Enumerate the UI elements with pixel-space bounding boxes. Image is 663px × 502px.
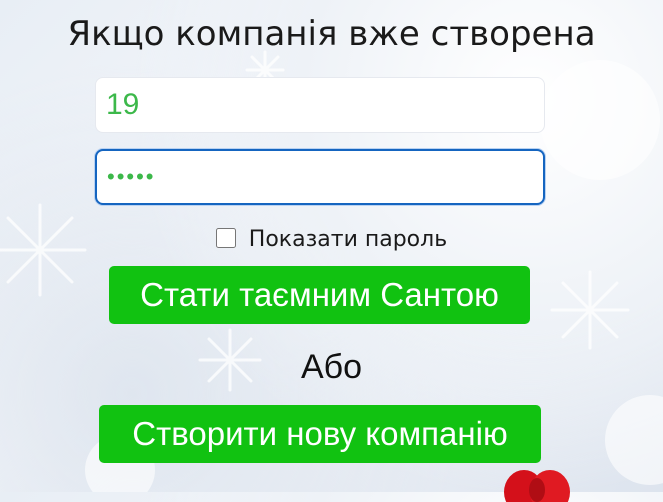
red-bow-icon xyxy=(504,470,570,502)
show-password-row: Показати пароль xyxy=(0,227,663,252)
page-title: Якщо компанія вже створена xyxy=(67,14,596,54)
or-divider-text: Або xyxy=(300,348,363,386)
company-id-input[interactable] xyxy=(95,77,545,133)
become-secret-santa-button[interactable]: Стати таємним Сантою xyxy=(109,266,530,324)
show-password-label: Показати пароль xyxy=(248,227,448,252)
create-new-company-button[interactable]: Створити нову компанію xyxy=(99,405,541,463)
password-input[interactable] xyxy=(95,149,545,205)
show-password-checkbox[interactable] xyxy=(215,228,236,248)
